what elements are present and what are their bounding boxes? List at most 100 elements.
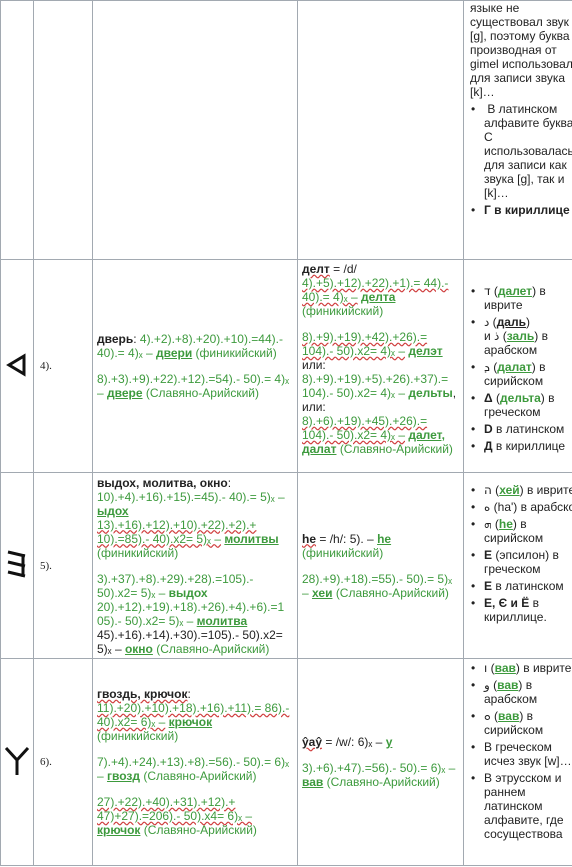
- phonetic-source: (финикийский): [302, 304, 384, 318]
- examples-cell: [92, 0, 298, 260]
- list-item: Ε (эпсилон) в греческом: [471, 548, 572, 576]
- table-row-gimel: языке не существовал звук [g], поэтому б…: [0, 0, 572, 260]
- list-item: Е, Є и Ё в кириллице.: [471, 596, 572, 624]
- list-item: В греческом исчез звук [w]…: [471, 740, 572, 768]
- example-block: 27).+22).+40).+31).+12).+ 47)+27).=206).…: [97, 795, 293, 837]
- glyph-cell: [0, 259, 34, 473]
- list-item: ו (вав) в иврите: [471, 661, 572, 675]
- other-alphabets-cell: языке не существовал звук [g], поэтому б…: [463, 0, 572, 260]
- example-word[interactable]: двери: [156, 346, 192, 360]
- list-item: Г в кириллице: [471, 203, 572, 217]
- example-formula: 27).+22).+40).+31).+12).+ 47)+27).=206).…: [97, 795, 253, 823]
- phonetic-word[interactable]: делэт: [408, 344, 442, 358]
- glyph-cell: [0, 472, 34, 659]
- waw-glyph-icon: [4, 746, 30, 775]
- other-alphabets-cell: ד (далет) в иврите د (даль)и ذ (заль) в …: [463, 259, 572, 473]
- phoenician-cell: ŷaŷ = /w/: 6)ₓ – у 3).+6).+47).=56).- 50…: [297, 658, 464, 866]
- other-alphabets-cell: ו (вав) в иврите و (вав) в арабском ܘ (в…: [463, 658, 572, 866]
- phonetic-source: (финикийский): [302, 545, 384, 560]
- phonetic-word[interactable]: вав: [302, 775, 323, 789]
- list-item: ד (далет) в иврите: [471, 284, 572, 312]
- list-item: Δ (дельта) в греческом: [471, 391, 572, 419]
- example-word[interactable]: крючок: [169, 715, 212, 729]
- list-item: ܘ (вав) в сирийском: [471, 709, 572, 737]
- phonetic-word[interactable]: у: [386, 735, 393, 749]
- list-item: ه (ha') в арабском: [471, 500, 572, 514]
- example-source: (финикийский): [97, 545, 179, 560]
- example-word[interactable]: выдох: [169, 586, 208, 600]
- example-formula: 20).+12).+19).+18).+26).+4).+6).=1 05).-…: [97, 599, 285, 628]
- example-source: (Славяно-Арийский): [143, 769, 257, 783]
- example-source: (Славяно-Арийский): [145, 386, 259, 400]
- table-row-he: 5). выдох, молитва, окно: 10).+4).+16).+…: [0, 472, 572, 659]
- letter-number: 6).: [33, 658, 93, 866]
- phoenician-cell: he = /h/: 5). – he (финикийский) 28).+9)…: [297, 472, 464, 659]
- example-heading: выдох, молитва, окно: [97, 475, 228, 490]
- example-heading: дверь: [97, 332, 134, 346]
- list-item: ܕ (далат) в сирийском: [471, 360, 572, 388]
- example-word[interactable]: молитвы: [224, 532, 278, 546]
- he-glyph-icon: [7, 550, 26, 578]
- example-block: 7).+4).+24).+13).+8).=56).- 50).= 6)ₓ – …: [97, 755, 293, 783]
- list-item: E в латинском: [471, 579, 572, 593]
- phonetic-block: делт = /d/ 4).+5).+12).+22).+1).= 44).- …: [302, 262, 459, 318]
- phonetic-block: ŷaŷ = /w/: 6)ₓ – у: [302, 735, 459, 749]
- phonetic-block: 8).+9).+19).+42).+26).= 104).- 50).x2= 4…: [302, 330, 457, 456]
- example-word[interactable]: крючок: [97, 823, 140, 837]
- phonetic-word[interactable]: дельты: [408, 386, 452, 400]
- phonetic-formula: 3).+6).+47).=56).- 50).= 6)ₓ –: [302, 761, 456, 775]
- gimel-list: В латинском алфавите буква C использовал…: [470, 102, 572, 217]
- phonetic-name: делт: [302, 262, 330, 276]
- example-word[interactable]: ыдох: [97, 504, 129, 518]
- example-source: (Славяно-Арийский): [143, 823, 257, 837]
- phonetic-block: he = /h/: 5). – he (финикийский): [302, 531, 392, 560]
- list-item: D в латинском: [471, 422, 572, 436]
- examples-cell: дверь: 4).+2).+8).+20).+10).=44).- 40).=…: [92, 259, 298, 473]
- phonetic-source: (Славяно-Арийский): [335, 585, 449, 600]
- example-formula: 10).+4).+16).+15).=45).- 40).= 5)ₓ –: [97, 489, 285, 504]
- example-word[interactable]: гвозд: [107, 769, 140, 783]
- dalet-glyph-icon: [6, 352, 26, 377]
- phonetic-name: ŷaŷ: [302, 735, 323, 749]
- list-item: ה (хей) в иврите: [471, 483, 572, 497]
- list-item: Д в кириллице: [471, 439, 572, 453]
- phonetic-block: 28).+9).+18).=55).- 50).= 5)ₓ – хеи (Сла…: [302, 572, 459, 600]
- example-heading: гвоздь, крючок: [97, 687, 188, 701]
- glyph-cell: [0, 658, 34, 866]
- list-item: ܗ (he) в сирийском: [471, 517, 572, 545]
- example-word[interactable]: окно: [125, 642, 153, 656]
- phonetic-ipa: = /h/: 5).: [319, 531, 364, 546]
- phonetic-block: 3).+6).+47).=56).- 50).= 6)ₓ – вав (Слав…: [302, 761, 459, 789]
- examples-cell: выдох, молитва, окно: 10).+4).+16).+15).…: [92, 472, 298, 659]
- other-alphabets-list: ו (вав) в иврите و (вав) в арабском ܘ (в…: [470, 661, 572, 841]
- other-alphabets-list: ד (далет) в иврите د (даль)и ذ (заль) в …: [470, 284, 572, 453]
- other-alphabets-list: ה (хей) в иврите ه (ha') в арабском ܗ (h…: [470, 483, 572, 624]
- phonetic-ipa: = /d/: [333, 262, 357, 276]
- example-source: (финикийский): [97, 729, 179, 743]
- example-block: дверь: 4).+2).+8).+20).+10).=44).- 40).=…: [97, 332, 283, 360]
- phonetic-word[interactable]: хеи: [312, 586, 332, 600]
- phonetic-source: (Славяно-Арийский): [326, 775, 440, 789]
- phoenician-cell: делт = /d/ 4).+5).+12).+22).+1).= 44).- …: [297, 259, 464, 473]
- glyph-cell: [0, 0, 34, 260]
- example-block: выдох, молитва, окно: 10).+4).+16).+15).…: [97, 475, 285, 560]
- list-item: В этрусском и раннем латинском алфавите,…: [471, 771, 572, 841]
- phonetic-ipa: = /w/: 6)ₓ –: [325, 735, 383, 749]
- example-block: 8).+3).+9).+22).+12).=54).- 50).= 4)ₓ – …: [97, 372, 293, 400]
- list-item: د (даль)и ذ (заль) в арабском: [471, 315, 572, 357]
- number-cell: [33, 0, 93, 260]
- table-row-waw: 6). гвоздь, крючок: 11).+20).+10).+18).+…: [0, 658, 572, 866]
- phoenician-cell: [297, 0, 464, 260]
- phonetic-name: he: [302, 531, 317, 546]
- phonetic-word[interactable]: делта: [361, 290, 395, 304]
- letter-number: 4).: [33, 259, 93, 473]
- phonetic-source: (Славяно-Арийский): [339, 442, 453, 456]
- example-word[interactable]: двере: [107, 386, 143, 400]
- example-word[interactable]: молитва: [197, 614, 248, 628]
- list-item: В латинском алфавите буква C использовал…: [471, 102, 572, 200]
- list-item: و (вав) в арабском: [471, 678, 572, 706]
- phonetic-word[interactable]: he: [377, 532, 391, 546]
- example-source: (финикийский): [195, 346, 277, 360]
- example-block: гвоздь, крючок: 11).+20).+10).+18).+16).…: [97, 687, 290, 743]
- examples-cell: гвоздь, крючок: 11).+20).+10).+18).+16).…: [92, 658, 298, 866]
